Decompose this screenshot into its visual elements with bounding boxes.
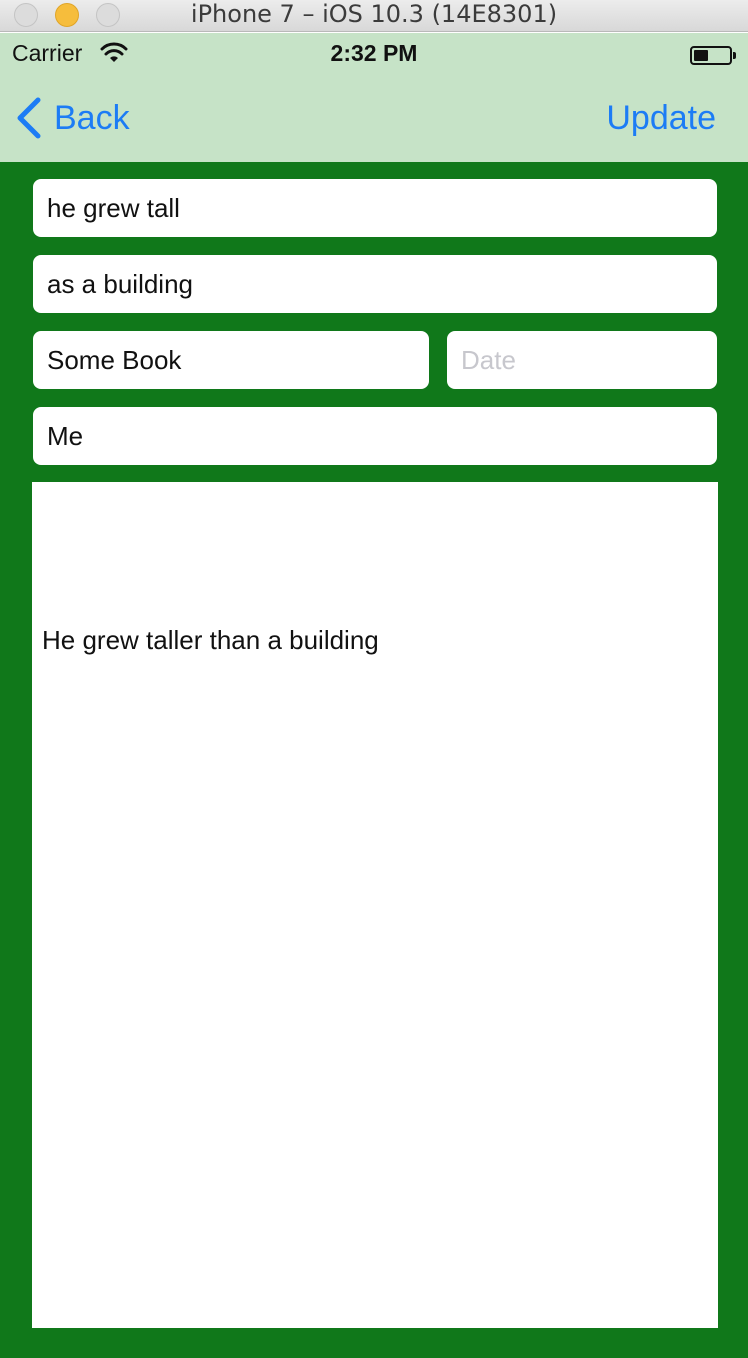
navigation-bar: Carrier 2:32 PM Back Update (0, 33, 748, 162)
date-field[interactable]: Date (447, 331, 717, 389)
battery-icon (690, 46, 736, 65)
edit-form: he grew tall as a building Some Book Dat… (0, 162, 748, 1358)
chevron-left-icon (17, 97, 41, 139)
body-text: He grew taller than a building (42, 625, 379, 655)
status-time: 2:32 PM (330, 40, 418, 66)
quote-end-field[interactable]: as a building (33, 255, 717, 313)
body-text-view[interactable]: He grew taller than a building (32, 482, 718, 1328)
book-field[interactable]: Some Book (33, 331, 429, 389)
back-label: Back (54, 98, 130, 137)
back-button[interactable]: Back (14, 95, 130, 141)
simulator-title-bar: iPhone 7 – iOS 10.3 (14E8301) (0, 0, 748, 32)
window-title: iPhone 7 – iOS 10.3 (14E8301) (190, 0, 558, 28)
update-button[interactable]: Update (606, 95, 716, 141)
author-field[interactable]: Me (33, 407, 717, 465)
quote-start-field[interactable]: he grew tall (33, 179, 717, 237)
